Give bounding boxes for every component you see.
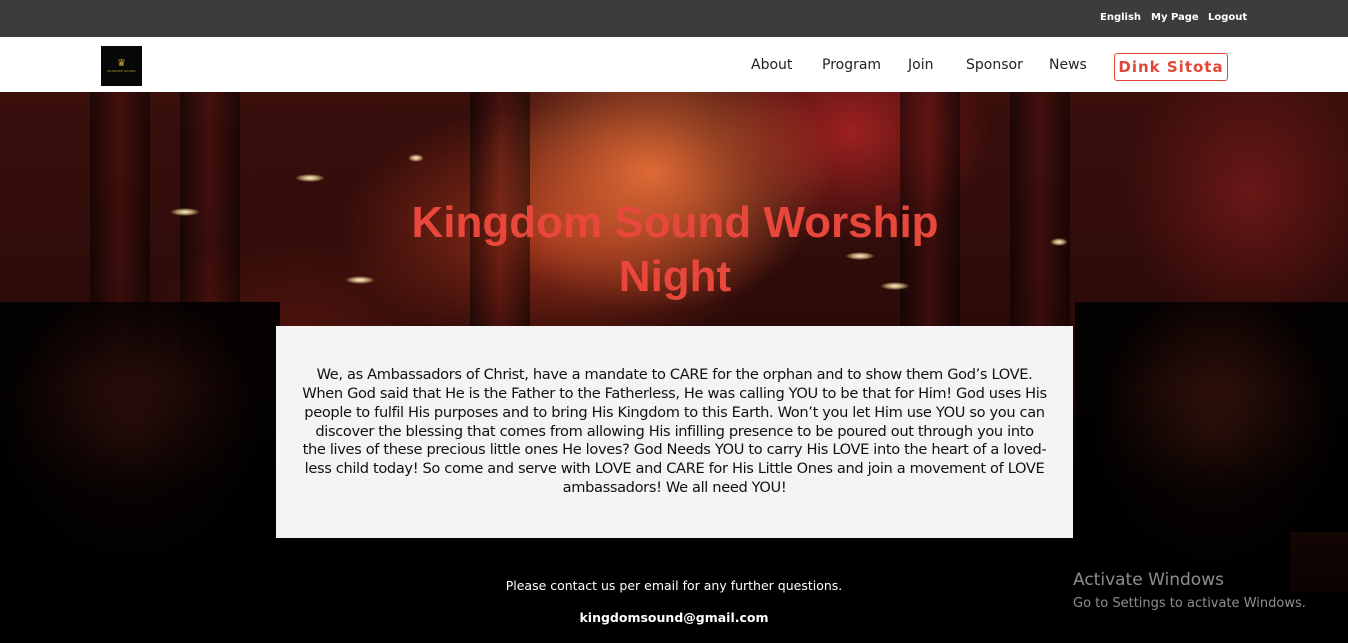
nav-program[interactable]: Program — [822, 57, 881, 73]
nav-news[interactable]: News — [1049, 57, 1087, 73]
contact-email[interactable]: kingdomsound@gmail.com — [0, 610, 1348, 625]
site-logo[interactable]: ♛ KINGDOM SOUND — [101, 46, 142, 86]
hero-banner: Kingdom Sound Worship Night We, as Ambas… — [0, 92, 1348, 643]
logout-link[interactable]: Logout — [1208, 12, 1247, 23]
my-page-link[interactable]: My Page — [1151, 12, 1199, 23]
nav-join[interactable]: Join — [908, 57, 933, 73]
language-link[interactable]: English — [1100, 12, 1141, 23]
message-text: We, as Ambassadors of Christ, have a man… — [302, 366, 1047, 496]
main-navbar: ♛ KINGDOM SOUND About Program Join Spons… — [0, 37, 1348, 92]
stage-light — [170, 208, 200, 216]
stage-light — [295, 174, 325, 182]
hero-background-curtain — [1010, 92, 1070, 352]
activate-windows-title: Activate Windows — [1073, 570, 1224, 590]
stage-light — [408, 154, 424, 162]
nav-sponsor[interactable]: Sponsor — [966, 57, 1023, 73]
top-utility-bar: English My Page Logout — [0, 0, 1348, 37]
logo-text: KINGDOM SOUND — [107, 68, 136, 73]
message-box: We, as Ambassadors of Christ, have a man… — [276, 326, 1073, 538]
stage-light — [1050, 238, 1068, 246]
nav-about[interactable]: About — [751, 57, 792, 73]
hero-title: Kingdom Sound Worship Night — [411, 198, 939, 301]
user-profile-button[interactable]: Dink Sitota — [1114, 53, 1228, 81]
activate-windows-subtitle: Go to Settings to activate Windows. — [1073, 596, 1306, 611]
crown-icon: ♛ — [117, 57, 126, 69]
